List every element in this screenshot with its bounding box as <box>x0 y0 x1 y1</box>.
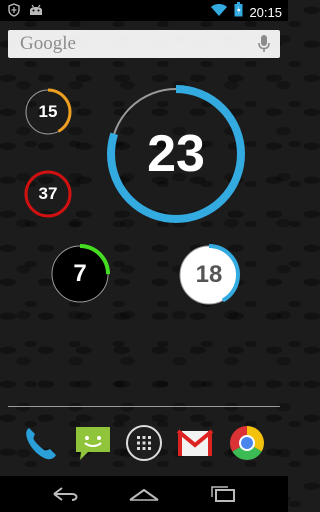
ring-value: 37 <box>38 184 58 203</box>
ring-value: 23 <box>147 125 205 183</box>
messaging-icon[interactable] <box>74 424 112 462</box>
countdown-ring-7[interactable]: 7 <box>50 244 110 304</box>
countdown-ring-15[interactable]: 15 <box>24 88 72 136</box>
phone-icon[interactable] <box>22 424 60 462</box>
dock-divider <box>8 406 280 407</box>
app-dock <box>0 414 288 470</box>
chrome-icon[interactable] <box>228 424 266 462</box>
recents-icon[interactable] <box>206 484 242 504</box>
status-bar: 20:15 <box>0 0 288 21</box>
countdown-ring-18[interactable]: 18 <box>178 244 240 306</box>
google-search-bar[interactable]: Google <box>8 30 280 58</box>
battery-icon <box>234 2 243 22</box>
android-icon <box>28 3 44 22</box>
countdown-ring-23[interactable]: 23 <box>106 84 246 224</box>
shield-icon <box>8 3 20 22</box>
gmail-icon[interactable] <box>176 424 214 462</box>
ring-value: 15 <box>38 102 58 121</box>
home-icon[interactable] <box>126 484 162 504</box>
wifi-icon <box>210 3 228 22</box>
countdown-ring-37[interactable]: 37 <box>24 170 72 218</box>
ring-value: 7 <box>73 260 87 287</box>
back-icon[interactable] <box>48 484 84 504</box>
status-clock: 20:15 <box>249 4 282 20</box>
app-drawer-icon[interactable] <box>125 424 163 462</box>
ring-value: 18 <box>195 261 223 288</box>
google-logo: Google <box>20 33 76 54</box>
navigation-bar <box>0 476 288 512</box>
mic-icon[interactable] <box>258 35 270 58</box>
